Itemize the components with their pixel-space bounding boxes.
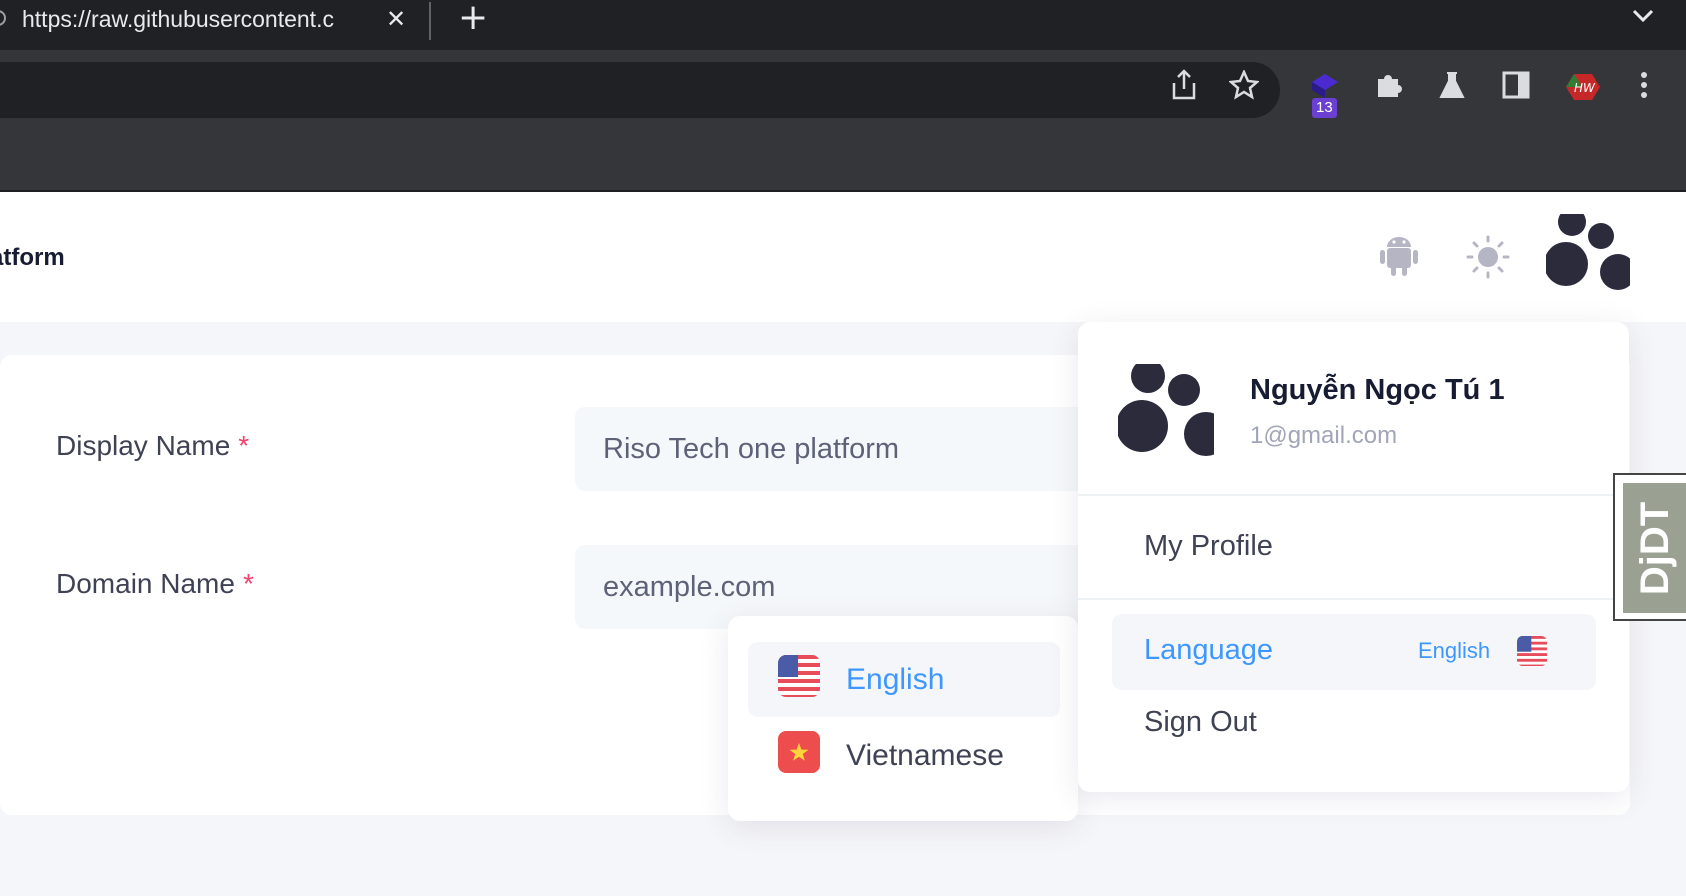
django-debug-toolbar-handle[interactable]: DjDT: [1613, 473, 1686, 621]
menu-divider: [1078, 598, 1629, 600]
current-language: English: [1418, 638, 1491, 663]
djdt-label: DjDT: [1633, 501, 1678, 595]
djdt-handle-background: DjDT: [1623, 483, 1686, 613]
browser-tab-bar: https://raw.githubusercontent.c ✕ +: [0, 0, 1686, 50]
menu-divider: [1078, 494, 1629, 496]
android-icon[interactable]: [1374, 232, 1424, 282]
address-bar[interactable]: [0, 62, 1280, 118]
bookmark-star-icon[interactable]: [1224, 68, 1264, 112]
user-avatar: [1116, 359, 1228, 458]
browser-menu-kebab-icon[interactable]: [1624, 70, 1664, 112]
my-profile-link[interactable]: My Profile: [1144, 530, 1273, 563]
language-option-english[interactable]: English: [748, 642, 1060, 717]
tab-close-icon[interactable]: ✕: [386, 5, 406, 33]
display-name-label-text: Display Name: [56, 430, 231, 461]
extensions-puzzle-icon[interactable]: [1368, 70, 1408, 112]
app-brand-title[interactable]: atform: [0, 244, 65, 272]
sign-out-link[interactable]: Sign Out: [1144, 706, 1257, 739]
tab-title[interactable]: https://raw.githubusercontent.c: [22, 6, 377, 33]
user-email[interactable]: 1@gmail.com: [1250, 422, 1397, 450]
labs-flask-icon[interactable]: [1432, 70, 1472, 112]
theme-sun-icon[interactable]: [1463, 232, 1513, 282]
tab-search-chevron-icon[interactable]: [1632, 4, 1654, 29]
language-option-vietnamese[interactable]: Vietnamese: [748, 718, 1060, 793]
user-name: Nguyễn Ngọc Tú 1: [1250, 374, 1505, 406]
tab-favicon-icon: [0, 10, 6, 26]
svg-text:HW: HW: [1574, 81, 1596, 95]
new-tab-button[interactable]: +: [458, 0, 488, 38]
us-flag-icon: [1517, 636, 1547, 670]
display-name-label: Display Name *: [56, 430, 249, 462]
language-submenu: English Vietnamese: [728, 616, 1078, 821]
vn-flag-icon: [778, 730, 820, 781]
side-panel-icon[interactable]: [1496, 70, 1536, 112]
user-menu-dropdown: Nguyễn Ngọc Tú 1 1@gmail.com My Profile …: [1078, 322, 1629, 792]
domain-name-label-text: Domain Name: [56, 568, 235, 599]
required-mark: *: [238, 430, 250, 461]
bookmarks-bar: [0, 120, 1686, 192]
language-option-label: Vietnamese: [846, 738, 1004, 772]
header-avatar[interactable]: [1546, 214, 1630, 292]
required-mark: *: [242, 568, 254, 599]
us-flag-icon: [778, 654, 820, 705]
language-option-label: English: [846, 662, 945, 696]
hw-extension-icon[interactable]: HW: [1562, 70, 1602, 116]
share-icon[interactable]: [1164, 69, 1204, 113]
language-menu-item[interactable]: Language English: [1112, 614, 1596, 690]
domain-name-label: Domain Name *: [56, 568, 254, 600]
extension-badge: 13: [1312, 98, 1337, 118]
app-header: atform: [0, 192, 1686, 322]
tab-separator: [429, 2, 431, 40]
language-menu-label: Language: [1144, 634, 1274, 666]
